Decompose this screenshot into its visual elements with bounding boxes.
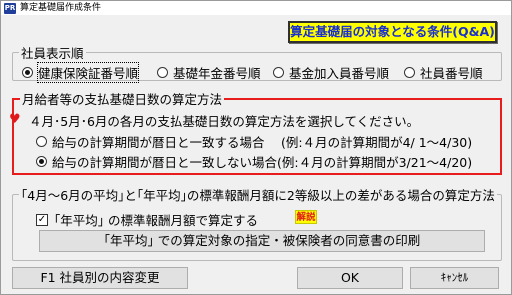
- radio-label: 基礎年金番号順: [173, 66, 261, 81]
- employee-order-legend: 社員表示順: [21, 46, 84, 61]
- radio-button[interactable]: [36, 156, 47, 167]
- annual-average-checkbox-row[interactable]: ✓ ｢年平均｣ の標準報酬月額で算定する: [36, 210, 258, 229]
- heart-icon: ♥: [9, 112, 21, 127]
- radio-button[interactable]: [157, 67, 168, 78]
- explanation-badge[interactable]: 解説: [295, 210, 317, 224]
- annual-average-label: ｢年平均｣ の標準報酬月額で算定する: [54, 213, 258, 228]
- payment-days-instruction: ４月･5月･6月の各月の支払基礎日数の算定方法を選択してください。: [29, 114, 420, 129]
- dialog-window: PR 算定基礎届作成条件 算定基礎届の対象となる条件(Q&A) 社員表示順 健康…: [0, 0, 512, 295]
- f1-edit-per-employee-button[interactable]: F1 社員別の内容変更: [12, 267, 188, 289]
- radio-period-not-matches-calendar[interactable]: 給与の計算期間が暦日と一致しない場合(例:４月の計算期間が3/21〜4/20): [36, 152, 472, 171]
- title-bar: PR 算定基礎届作成条件: [1, 1, 511, 15]
- print-consent-button[interactable]: ｢年平均｣ での算定対象の指定・被保険者の同意書の印刷: [39, 230, 485, 252]
- window-title: 算定基礎届作成条件: [20, 3, 102, 13]
- radio-order-fund-member[interactable]: 基金加入員番号順: [273, 63, 389, 82]
- radio-label: 社員番号順: [420, 66, 483, 81]
- radio-order-health-insurance[interactable]: 健康保険証番号順: [22, 62, 140, 83]
- average-method-legend: ｢4月〜6月の平均｣と｢年平均｣の標準報酬月額に2等級以上の差がある場合の算定方…: [21, 188, 495, 203]
- radio-button[interactable]: [404, 67, 415, 78]
- radio-button[interactable]: [273, 67, 284, 78]
- payment-days-legend: 月給者等の支払基礎日数の算定方法: [22, 92, 223, 107]
- radio-button[interactable]: [36, 136, 47, 147]
- radio-label: 給与の計算期間が暦日と一致しない場合(例:４月の計算期間が3/21〜4/20): [52, 155, 473, 170]
- qa-conditions-button[interactable]: 算定基礎届の対象となる条件(Q&A): [288, 21, 497, 43]
- app-icon: PR: [4, 2, 16, 14]
- radio-label: 健康保険証番号順: [36, 62, 140, 83]
- annual-average-checkbox[interactable]: ✓: [36, 213, 48, 226]
- radio-label: 基金加入員番号順: [289, 66, 390, 81]
- radio-label: 給与の計算期間が暦日と一致する場合 (例:４月の計算期間が4/ 1〜4/30): [52, 135, 473, 150]
- cancel-button[interactable]: ｷｬﾝｾﾙ: [410, 267, 499, 289]
- radio-button[interactable]: [22, 67, 33, 78]
- ok-button[interactable]: OK: [297, 267, 403, 289]
- radio-order-employee-number[interactable]: 社員番号順: [404, 63, 483, 82]
- radio-period-matches-calendar[interactable]: 給与の計算期間が暦日と一致する場合 (例:４月の計算期間が4/ 1〜4/30): [36, 132, 472, 151]
- radio-order-basic-pension[interactable]: 基礎年金番号順: [157, 63, 261, 82]
